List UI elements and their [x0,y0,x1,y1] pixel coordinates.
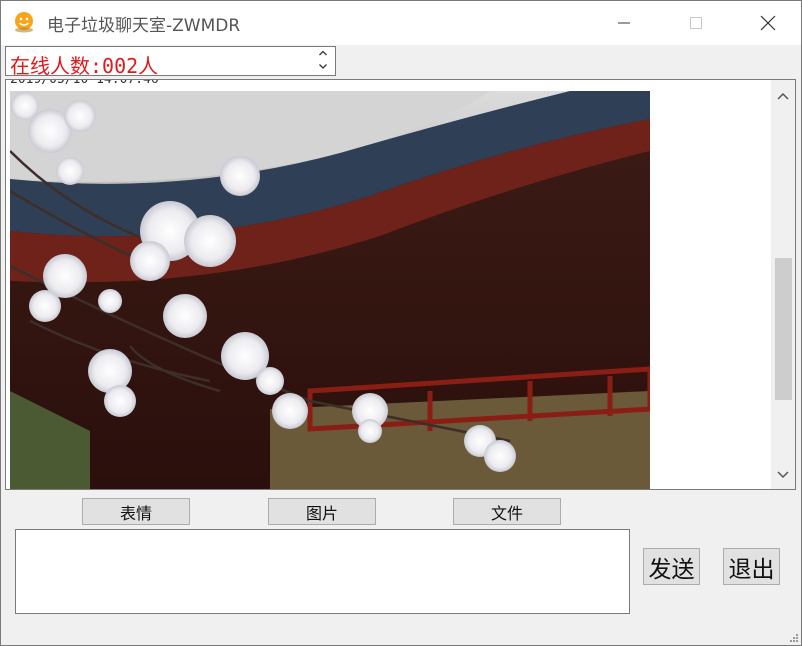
scroll-up-button[interactable] [771,84,795,108]
scroll-down-arrow-icon [777,471,789,479]
smiley-icon [15,12,33,33]
file-button[interactable]: 文件 [453,498,561,525]
chat-window: 电子垃圾聊天室-ZWMDR 在线人数:002人 2019/05/10 14:07… [0,0,802,646]
close-icon [760,15,776,31]
title-bar[interactable]: 电子垃圾聊天室-ZWMDR [1,1,801,45]
vertical-scrollbar[interactable] [771,80,795,489]
shared-photo[interactable] [10,91,650,489]
online-count-box[interactable]: 在线人数:002人 [5,46,336,78]
chevron-up-icon[interactable] [311,47,335,60]
resize-grip-icon[interactable] [789,633,799,643]
maximize-icon [690,17,702,29]
emoji-button[interactable]: 表情 [82,498,190,525]
scroll-thumb[interactable] [775,258,792,400]
minimize-icon [618,22,630,24]
chevron-down-icon[interactable] [311,60,335,73]
online-count-label: 在线人数:002人 [10,54,159,78]
send-button[interactable]: 发送 [643,548,700,585]
message-timestamp: 2019/05/10 14:07:46 [10,79,159,87]
online-spinner[interactable] [311,47,335,75]
chat-history[interactable]: 2019/05/10 14:07:46 [5,79,796,490]
scroll-down-button[interactable] [771,463,795,487]
maximize-button[interactable] [673,1,719,45]
close-button[interactable] [745,1,791,45]
message-input[interactable] [15,529,630,614]
scroll-up-arrow-icon [777,92,789,100]
window-title: 电子垃圾聊天室-ZWMDR [47,16,241,36]
image-button[interactable]: 图片 [268,498,376,525]
quit-button[interactable]: 退出 [723,548,780,585]
minimize-button[interactable] [601,1,647,45]
